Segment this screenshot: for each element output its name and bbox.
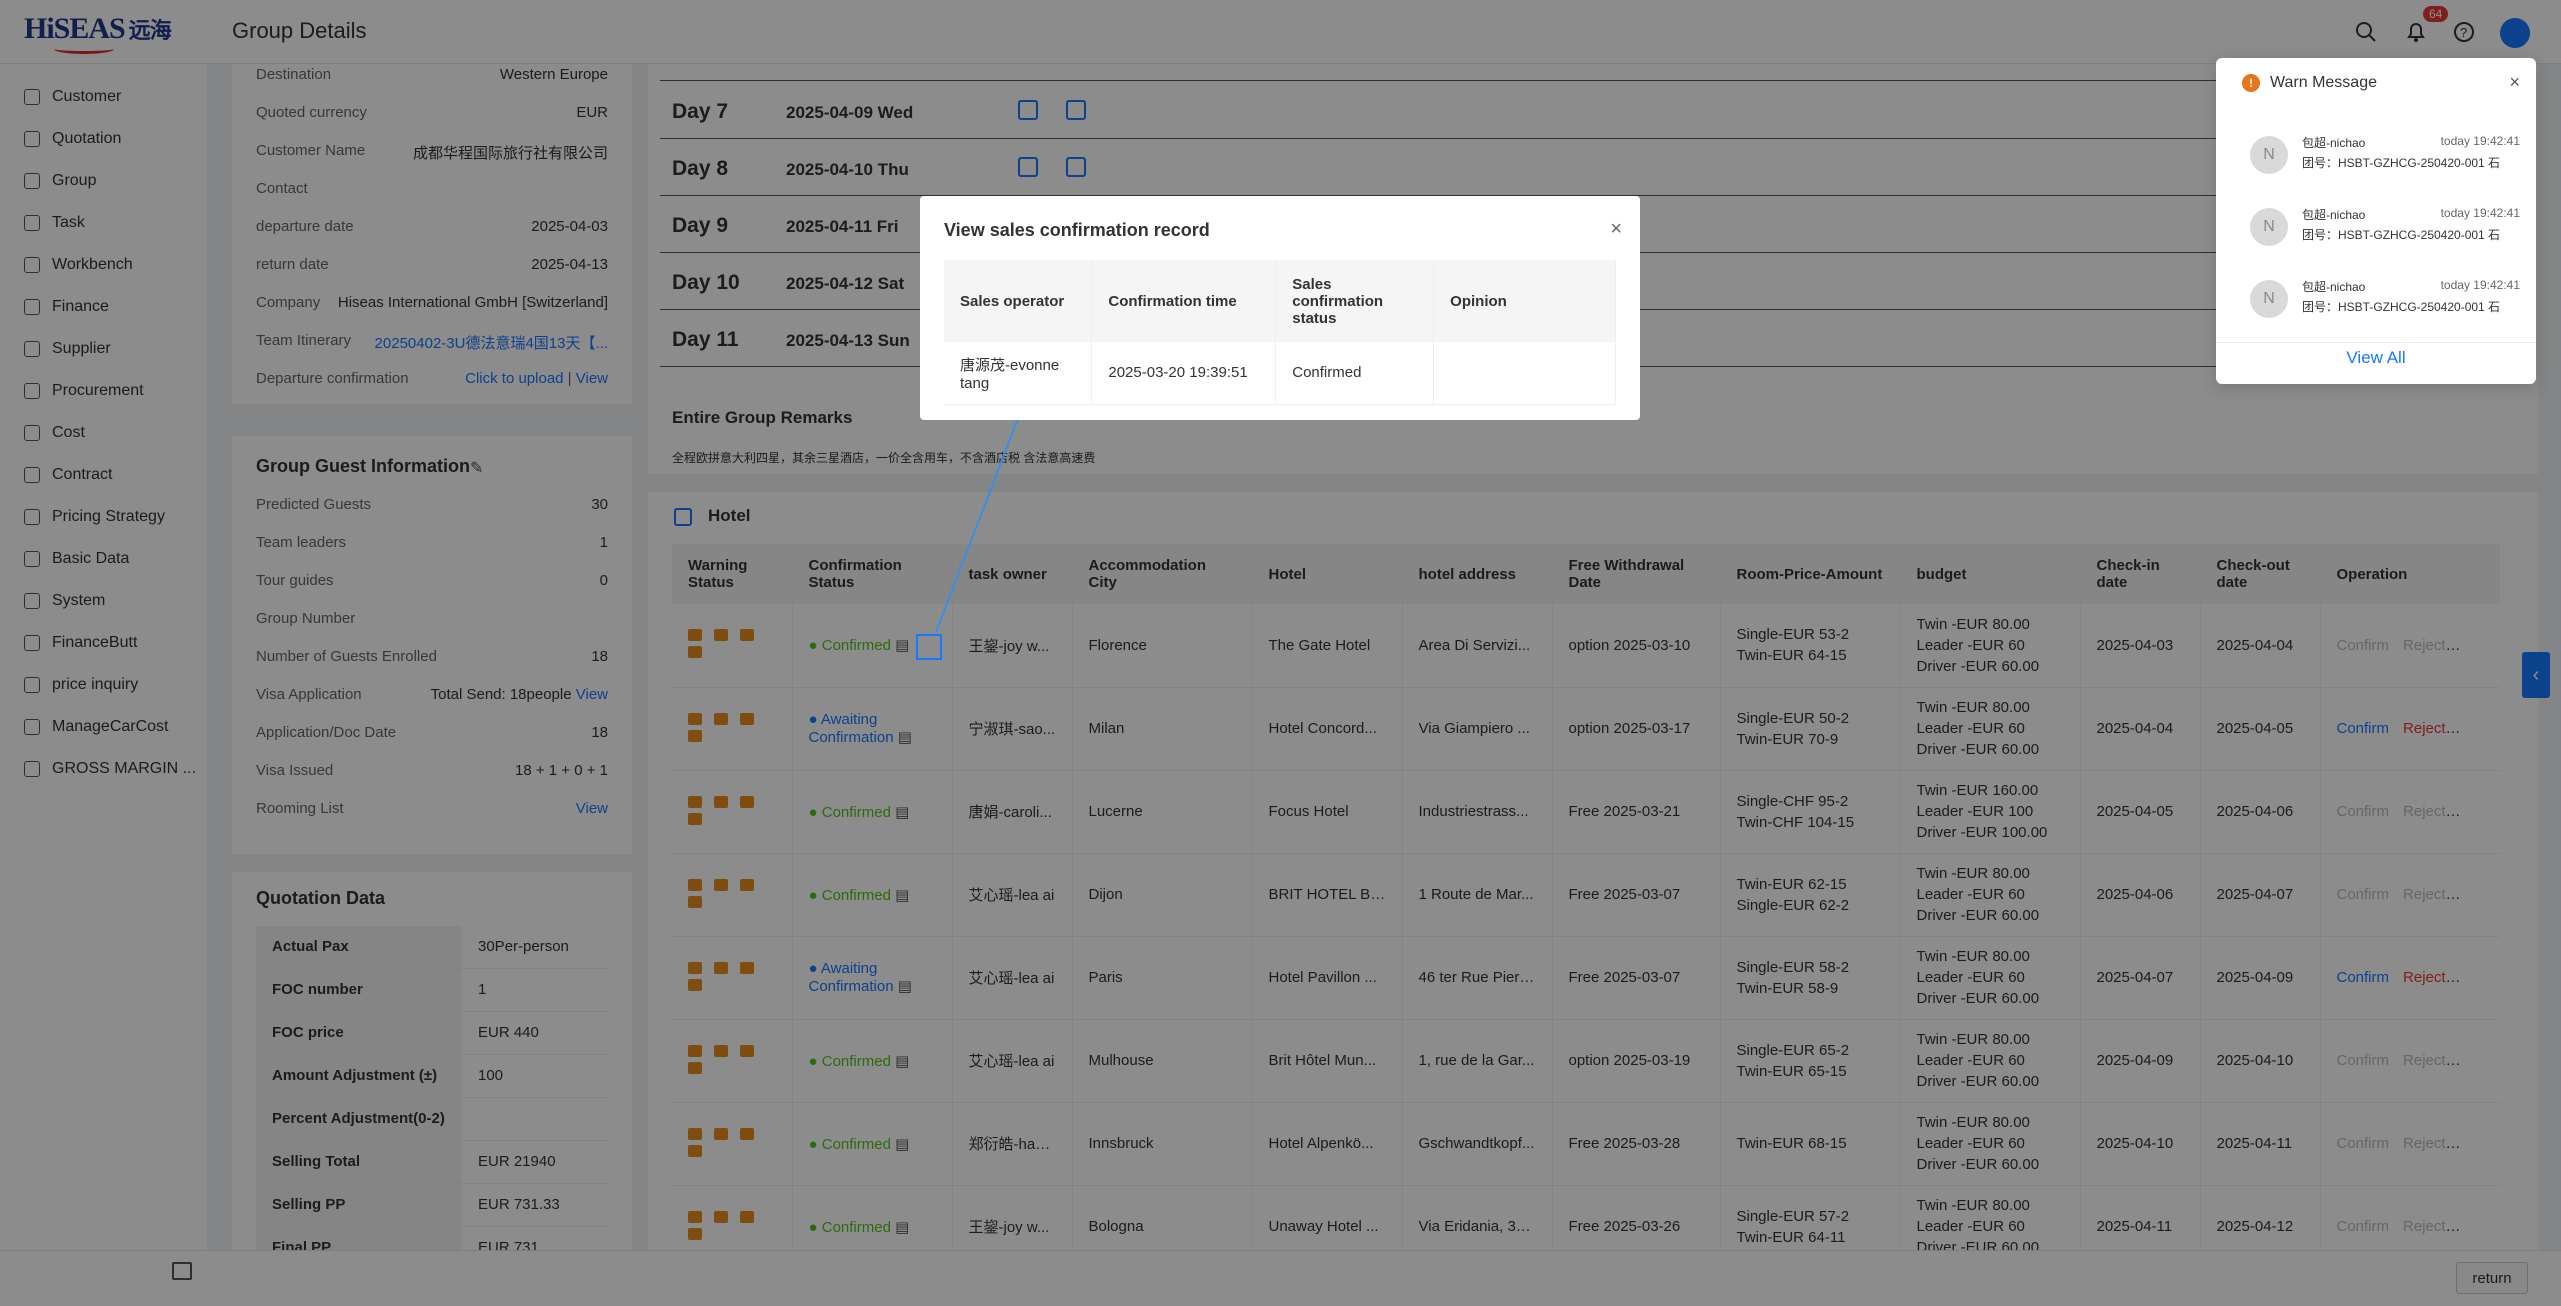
message-time: today 19:42:41 [2440, 206, 2520, 220]
column-header: Sales confirmation status [1275, 260, 1435, 342]
sales-operator: 唐源茂-evonne tang [944, 342, 1093, 405]
confirmation-status: Confirmed [1275, 342, 1435, 405]
warn-message-item[interactable]: N 包超-nichao today 19:42:41 团号：HSBT-GZHCG… [2250, 130, 2520, 190]
message-text: 团号：HSBT-GZHCG-250420-001 石 [2302, 228, 2501, 242]
avatar: N [2250, 208, 2288, 246]
message-time: today 19:42:41 [2440, 134, 2520, 148]
warn-message-item[interactable]: N 包超-nichao today 19:42:41 团号：HSBT-GZHCG… [2250, 274, 2520, 334]
avatar: N [2250, 136, 2288, 174]
record-highlight [916, 634, 942, 660]
sales-confirmation-modal: View sales confirmation record × Sales o… [920, 196, 1640, 420]
view-all-link[interactable]: View All [2216, 348, 2536, 368]
warning-icon: ! [2242, 74, 2260, 92]
sender-name: 包超-nichao [2302, 136, 2366, 150]
avatar: N [2250, 280, 2288, 318]
table-row: 唐源茂-evonne tang 2025-03-20 19:39:51 Conf… [944, 342, 1616, 405]
message-time: today 19:42:41 [2440, 278, 2520, 292]
opinion [1433, 342, 1616, 405]
warn-message-panel: ! Warn Message × N 包超-nichao today 19:42… [2216, 58, 2536, 384]
confirmation-time: 2025-03-20 19:39:51 [1091, 342, 1277, 405]
annotation-arrow [935, 402, 1027, 633]
column-header: Opinion [1433, 260, 1616, 342]
modal-header-row: Sales operator Confirmation time Sales c… [944, 260, 1616, 342]
sender-name: 包超-nichao [2302, 280, 2366, 294]
column-header: Confirmation time [1091, 260, 1277, 342]
column-header: Sales operator [944, 260, 1093, 342]
modal-title: View sales confirmation record [944, 220, 1210, 240]
sender-name: 包超-nichao [2302, 208, 2366, 222]
warn-title: Warn Message [2270, 74, 2377, 91]
warn-message-item[interactable]: N 包超-nichao today 19:42:41 团号：HSBT-GZHCG… [2250, 202, 2520, 262]
close-icon[interactable]: × [1610, 218, 1622, 241]
message-text: 团号：HSBT-GZHCG-250420-001 石 [2302, 300, 2501, 314]
modal-table: Sales operator Confirmation time Sales c… [944, 260, 1616, 405]
message-text: 团号：HSBT-GZHCG-250420-001 石 [2302, 156, 2501, 170]
close-icon[interactable]: × [2509, 72, 2520, 93]
